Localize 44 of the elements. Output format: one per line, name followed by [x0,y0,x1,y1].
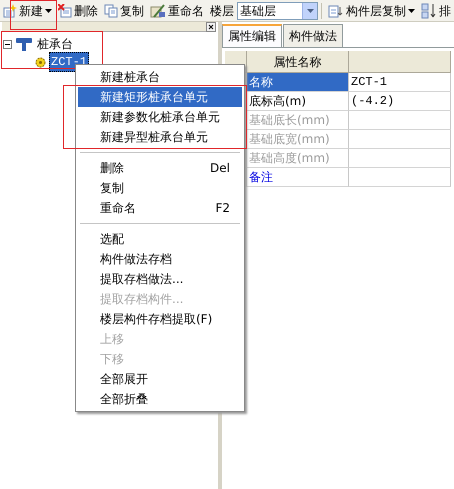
menu-item[interactable]: 新建参数化桩承台单元 [78,107,242,127]
toolbar-button[interactable]: 构件层复制 [325,0,418,22]
tab[interactable]: 属性编辑 [222,24,282,47]
property-value: ZCT-1 [349,73,451,92]
copy-icon [104,4,118,18]
tree-item[interactable]: 桩承台 [36,35,74,53]
property-name: 备注 [247,168,349,187]
toolbar-button[interactable]: 复制 [101,0,147,22]
property-name: 基础底宽(mm) [247,130,349,149]
menu-item[interactable]: 删除 Del [78,158,242,178]
column-header: 属性名称 [247,51,349,73]
caret-icon [408,8,415,12]
toolbar-button[interactable]: 重命名 [147,0,207,22]
toolbar-button[interactable]: 排 [418,0,454,22]
caret-icon [45,8,52,12]
menu-item[interactable]: 复制 [78,178,242,198]
pile-cap-icon [15,36,33,52]
property-name: 名称 [247,73,349,92]
document-arrow-icon [328,4,344,18]
menu-item[interactable]: 新建异型桩承台单元 [78,127,242,147]
menu-item[interactable]: 新建矩形桩承台单元 [78,87,242,107]
floor-dropdown[interactable]: 基础层 [237,2,318,20]
delete-icon [58,4,72,18]
rename-icon [150,4,166,18]
tab[interactable]: 构件做法 [283,24,343,47]
menu-item[interactable]: 全部折叠 [78,389,242,409]
collapse-toggle[interactable] [3,40,12,48]
property-value: (-4.2) [349,92,451,111]
property-name: 基础高度(mm) [247,149,349,168]
menu-item[interactable]: 提取存档做法... [78,269,242,289]
gear-icon [35,56,46,68]
floor-label: 楼层 [209,2,235,20]
toolbar-button[interactable]: 新建 [0,0,55,22]
menu-item[interactable]: 楼层构件存档提取(F) [78,309,242,329]
property-name: 底标高(m) [247,92,349,111]
menu-item[interactable]: 构件做法存档 [78,249,242,269]
menu-item[interactable]: 全部展开 [78,369,242,389]
property-name: 基础底长(mm) [247,111,349,130]
menu-item[interactable]: 选配 [78,229,242,249]
sort-icon [421,2,437,18]
new-document-icon [3,4,17,18]
toolbar-button[interactable]: 删除 [55,0,101,22]
close-button[interactable] [206,22,216,32]
menu-item[interactable]: 重命名 F2 [78,198,242,218]
